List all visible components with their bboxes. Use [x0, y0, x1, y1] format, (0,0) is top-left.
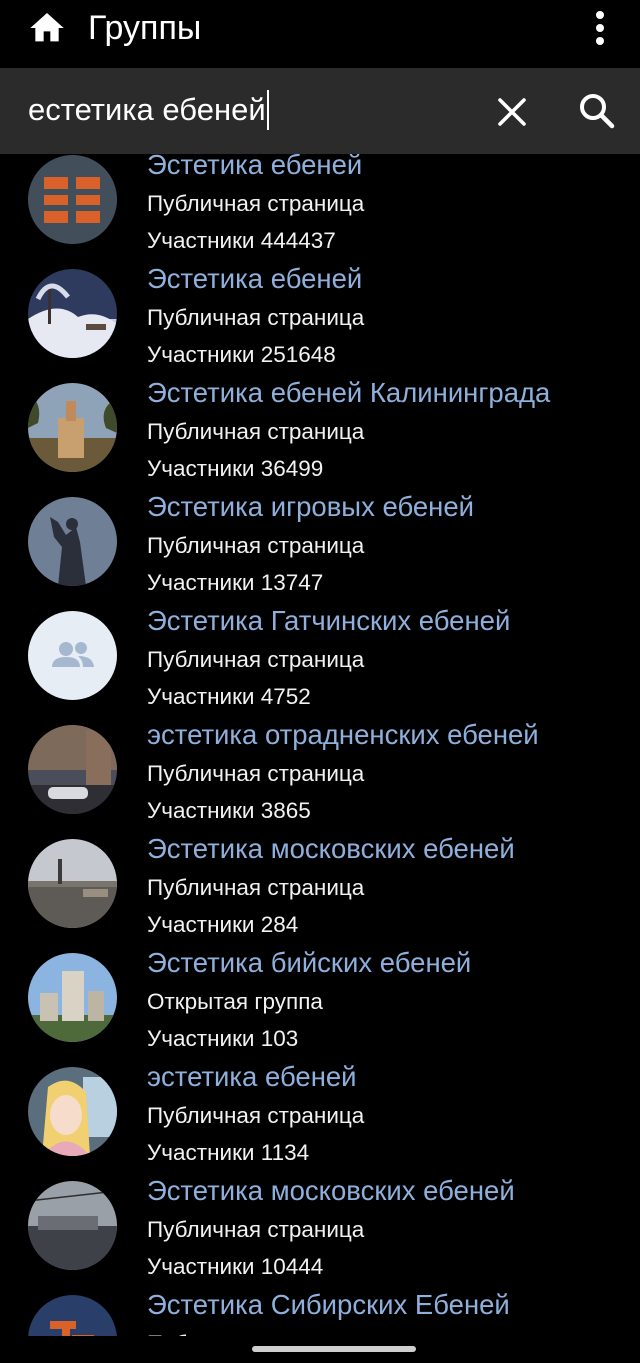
group-members: Участники 103: [147, 1026, 299, 1051]
group-type: Публичная страница: [147, 647, 365, 672]
group-avatar[interactable]: [28, 1295, 117, 1336]
group-members: Участники 10444: [147, 1254, 324, 1279]
group-item[interactable]: Эстетика Сибирских Ебеней Публичная стра…: [0, 1289, 640, 1336]
group-avatar[interactable]: [28, 611, 117, 700]
group-type: Открытая группа: [147, 989, 323, 1014]
home-indicator[interactable]: [252, 1346, 416, 1352]
group-type: Публичная страница: [147, 1217, 365, 1242]
group-name[interactable]: Эстетика ебеней: [147, 154, 362, 182]
search-input[interactable]: естетика ебеней: [28, 90, 269, 130]
group-members: Участники 4752: [147, 684, 311, 709]
group-type: Публичная страница: [147, 419, 365, 444]
group-item[interactable]: Эстетика бийских ебеней Открытая группа …: [0, 947, 640, 1066]
group-type: Публичная страница: [147, 191, 365, 216]
app-bar: Группы: [0, 0, 640, 68]
group-members: Участники 1134: [147, 1140, 310, 1165]
group-item[interactable]: Эстетика Гатчинских ебеней Публичная стр…: [0, 605, 640, 724]
group-list: Эстетика ебеней Публичная страница Участ…: [0, 154, 640, 1336]
search-bar: естетика ебеней: [0, 68, 640, 154]
group-type: Публичная страница: [147, 533, 365, 558]
group-avatar[interactable]: [28, 383, 117, 472]
more-vertical-icon[interactable]: [584, 8, 616, 48]
group-type: Публичная страница: [147, 1103, 365, 1128]
text-caret: [266, 90, 269, 130]
group-item[interactable]: Эстетика московских ебеней Публичная стр…: [0, 1175, 640, 1294]
group-avatar[interactable]: [28, 1067, 117, 1156]
group-avatar[interactable]: [28, 1181, 117, 1270]
group-item[interactable]: Эстетика ебеней Публичная страница Участ…: [0, 154, 640, 268]
group-avatar[interactable]: [28, 953, 117, 1042]
group-avatar[interactable]: [28, 839, 117, 928]
group-item[interactable]: Эстетика ебеней Публичная страница Участ…: [0, 263, 640, 382]
group-type: Публичная страница: [147, 875, 365, 900]
search-input-value: естетика ебеней: [28, 92, 266, 127]
home-icon[interactable]: [26, 8, 68, 48]
group-members: Участники 13747: [147, 570, 324, 595]
group-members: Участники 284: [147, 912, 299, 937]
group-name[interactable]: Эстетика игровых ебеней: [147, 490, 474, 524]
group-name[interactable]: Эстетика московских ебеней: [147, 832, 515, 866]
group-avatar[interactable]: [28, 155, 117, 244]
group-name[interactable]: Эстетика бийских ебеней: [147, 946, 471, 980]
group-members: Участники 251648: [147, 342, 336, 367]
group-avatar[interactable]: [28, 497, 117, 586]
group-type: Публичная страница: [147, 761, 365, 786]
group-type: Публичная страница: [147, 1330, 364, 1336]
group-name[interactable]: эстетика отрадненских ебеней: [147, 718, 539, 752]
group-members: Участники 444437: [147, 228, 336, 253]
group-members: Участники 3865: [147, 798, 311, 823]
group-item[interactable]: Эстетика игровых ебеней Публичная страни…: [0, 491, 640, 610]
page-title: Группы: [88, 9, 202, 47]
group-item[interactable]: Эстетика ебеней Калининграда Публичная с…: [0, 377, 640, 496]
group-item[interactable]: эстетика отрадненских ебеней Публичная с…: [0, 719, 640, 838]
search-icon[interactable]: [576, 90, 618, 132]
group-item[interactable]: Эстетика московских ебеней Публичная стр…: [0, 833, 640, 952]
group-name[interactable]: Эстетика ебеней: [147, 262, 362, 296]
group-name[interactable]: эстетика ебеней: [147, 1060, 357, 1094]
group-type: Публичная страница: [147, 305, 365, 330]
group-name[interactable]: Эстетика московских ебеней: [147, 1174, 515, 1208]
group-name[interactable]: Эстетика Гатчинских ебеней: [147, 604, 510, 638]
group-avatar[interactable]: [28, 269, 117, 358]
group-name[interactable]: Эстетика Сибирских Ебеней: [147, 1288, 510, 1322]
group-name[interactable]: Эстетика ебеней Калининграда: [147, 376, 550, 410]
group-item[interactable]: эстетика ебеней Публичная страница Участ…: [0, 1061, 640, 1180]
group-members: Участники 36499: [147, 456, 324, 481]
group-avatar[interactable]: [28, 725, 117, 814]
close-icon[interactable]: [492, 92, 532, 132]
